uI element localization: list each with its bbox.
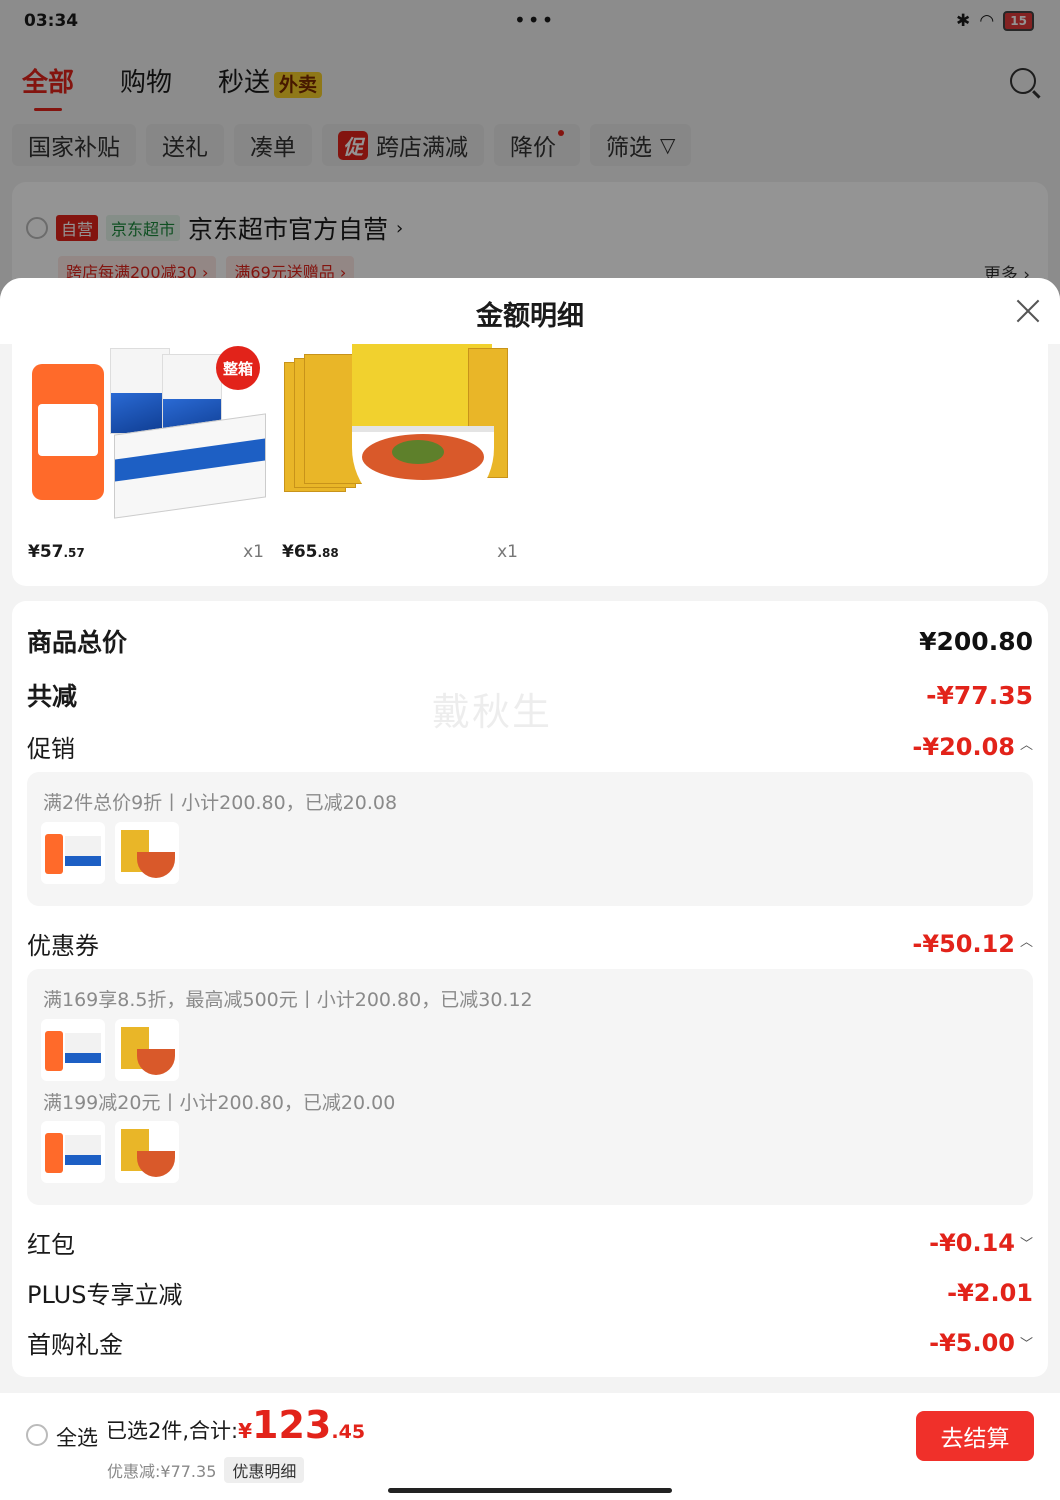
row-discount: 共减 -¥77.35 <box>27 677 1033 713</box>
salt-bag-image <box>110 348 170 434</box>
total-amount: ¥ 123 .45 <box>238 1403 365 1447</box>
product-qty: x1 <box>497 542 518 562</box>
coupon-label: 优惠券 <box>27 932 99 960</box>
home-indicator[interactable] <box>388 1488 672 1493</box>
discount-detail-button[interactable]: 优惠明细 <box>224 1457 305 1483</box>
selected-summary: 已选2件,合计: ¥ 123 .45 <box>106 1403 365 1447</box>
product-image-noodle <box>282 344 512 524</box>
chevron-up-icon[interactable]: ︿ <box>1020 931 1033 950</box>
promo-value-wrap: -¥20.08 ︿ <box>912 733 1033 761</box>
promo-label: 促销 <box>27 735 75 763</box>
promo-thumbs <box>41 822 179 884</box>
row-coupon[interactable]: 优惠券 -¥50.12 ︿ <box>27 926 1033 961</box>
thumb-salt[interactable] <box>41 822 105 884</box>
row-plus: PLUS专享立减 -¥2.01 <box>27 1275 1033 1310</box>
coupon-thumbs <box>41 1121 179 1183</box>
coupon-detail-box: 满169享8.5折，最高减500元丨小计200.80，已减30.12 满199减… <box>27 969 1033 1205</box>
chevron-down-icon[interactable]: ﹀ <box>1020 1333 1033 1352</box>
red-packet-value: -¥0.14 <box>929 1228 1015 1257</box>
row-first-buy[interactable]: 首购礼金 -¥5.00 ﹀ <box>27 1325 1033 1360</box>
coupon-rule: 满169享8.5折，最高减500元丨小计200.80，已减30.12 <box>43 989 533 1011</box>
thumb-salt[interactable] <box>41 1121 105 1183</box>
price-dec: .57 <box>63 546 85 560</box>
close-icon[interactable] <box>1016 299 1040 323</box>
price-dec: .88 <box>317 546 339 560</box>
chevron-up-icon[interactable]: ︿ <box>1020 734 1033 753</box>
row-promo[interactable]: 促销 -¥20.08 ︿ <box>27 729 1033 764</box>
promo-rule: 满2件总价9折丨小计200.80，已减20.08 <box>43 792 398 814</box>
discount-value: -¥77.35 <box>926 680 1033 710</box>
total-value: ¥200.80 <box>919 626 1033 656</box>
red-packet-label: 红包 <box>27 1231 75 1259</box>
discount-text: 优惠减:¥77.35 <box>107 1462 217 1481</box>
plus-value: -¥2.01 <box>947 1278 1033 1307</box>
sheet-header: 金额明细 <box>0 278 1060 344</box>
discount-label: 共减 <box>27 682 78 711</box>
checkout-bar: 全选 已选2件,合计: ¥ 123 .45 优惠减:¥77.35 优惠明细 去结… <box>0 1393 1060 1500</box>
coupon-rule: 满199减20元丨小计200.80，已减20.00 <box>43 1092 396 1114</box>
amount-detail-sheet: 金额明细 整箱 ¥57.57 x1 ¥65.88 x1 戴秋生 商品总价 ¥20… <box>0 278 1060 1500</box>
product-item[interactable]: ¥65.88 x1 <box>266 344 518 574</box>
product-list: 整箱 ¥57.57 x1 ¥65.88 x1 <box>12 344 1048 586</box>
product-price: ¥65.88 <box>282 542 339 562</box>
coupon-value: -¥50.12 <box>912 929 1015 958</box>
thumb-noodle[interactable] <box>115 1019 179 1081</box>
price-int: ¥65 <box>282 542 318 562</box>
product-price: ¥57.57 <box>28 542 85 562</box>
first-buy-label: 首购礼金 <box>27 1331 123 1359</box>
first-buy-value-wrap: -¥5.00 ﹀ <box>929 1329 1033 1357</box>
select-all-radio[interactable] <box>26 1424 48 1446</box>
row-total: 商品总价 ¥200.80 <box>27 623 1033 659</box>
price-int: ¥57 <box>28 542 64 562</box>
total-currency: ¥ <box>238 1419 253 1443</box>
checkout-button[interactable]: 去结算 <box>916 1411 1034 1461</box>
thumb-salt[interactable] <box>41 1019 105 1081</box>
full-case-badge: 整箱 <box>216 346 260 390</box>
promo-detail-box: 满2件总价9折丨小计200.80，已减20.08 <box>27 772 1033 906</box>
promo-value: -¥20.08 <box>912 732 1015 761</box>
noodle-bowl-image <box>352 426 494 518</box>
thumb-noodle[interactable] <box>115 822 179 884</box>
thumb-noodle[interactable] <box>115 1121 179 1183</box>
select-all-label[interactable]: 全选 <box>56 1422 98 1452</box>
product-item[interactable]: 整箱 ¥57.57 x1 <box>12 344 266 574</box>
coupon-thumbs <box>41 1019 179 1081</box>
discount-summary: 优惠减:¥77.35 优惠明细 <box>107 1457 305 1483</box>
total-int: 123 <box>252 1403 332 1447</box>
red-packet-value-wrap: -¥0.14 ﹀ <box>929 1229 1033 1257</box>
product-image-salt: 整箱 <box>28 344 266 524</box>
chevron-down-icon[interactable]: ﹀ <box>1020 1233 1033 1252</box>
row-red-packet[interactable]: 红包 -¥0.14 ﹀ <box>27 1225 1033 1260</box>
first-buy-value: -¥5.00 <box>929 1328 1015 1357</box>
plus-label: PLUS专享立减 <box>27 1281 183 1309</box>
total-label: 商品总价 <box>27 628 128 657</box>
total-dec: .45 <box>331 1421 366 1443</box>
sheet-title: 金额明细 <box>476 301 584 332</box>
selected-text: 已选2件,合计: <box>106 1419 239 1443</box>
coupon-value-wrap: -¥50.12 ︿ <box>912 930 1033 958</box>
product-qty: x1 <box>243 542 264 562</box>
amount-breakdown: 戴秋生 商品总价 ¥200.80 共减 -¥77.35 促销 -¥20.08 ︿ … <box>12 601 1048 1377</box>
promo-badge-image <box>32 364 104 500</box>
